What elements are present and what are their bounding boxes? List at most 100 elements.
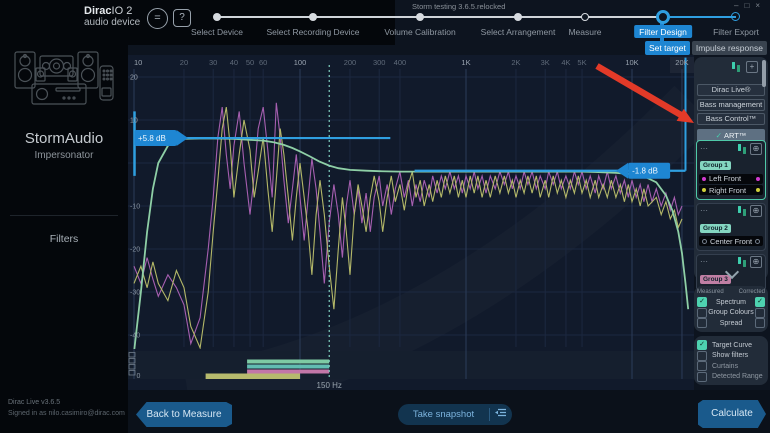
- view-option-checkbox[interactable]: [697, 351, 707, 361]
- step-label-5[interactable]: Filter Design: [634, 25, 692, 38]
- view-option-checkbox[interactable]: [697, 372, 707, 382]
- more-icon[interactable]: ⋯: [700, 146, 734, 152]
- x-tick-label: 20K: [675, 58, 688, 67]
- add-icon[interactable]: +: [746, 61, 758, 73]
- step-label-4[interactable]: Measure: [568, 27, 601, 37]
- maximize-icon[interactable]: □: [744, 1, 755, 10]
- step-node-1[interactable]: [309, 13, 317, 21]
- step-label-6[interactable]: Filter Export: [713, 27, 759, 37]
- view-option-checkbox[interactable]: [697, 361, 707, 371]
- channel-dot: [702, 188, 706, 192]
- band-bar[interactable]: [247, 365, 329, 369]
- matrix-row: Group Colours: [697, 308, 765, 317]
- minimize-icon[interactable]: –: [734, 1, 744, 10]
- snapshot-history-icon[interactable]: [490, 407, 512, 422]
- view-option-label: Target Curve: [712, 342, 765, 349]
- channel-row[interactable]: Center Front: [699, 236, 763, 246]
- signed-in-user: Signed in as nilo.casimiro@dirac.com: [8, 410, 125, 417]
- group-tag: Group 2: [700, 224, 731, 233]
- view-option-checkbox[interactable]: ✓: [697, 340, 707, 350]
- settings-icon[interactable]: ⊕: [750, 205, 762, 217]
- stepper-line: [217, 16, 663, 18]
- window-title: Storm testing 3.6.5.relocked: [412, 2, 505, 11]
- corrected-checkbox[interactable]: [755, 318, 765, 328]
- y-tick-label: 20: [130, 75, 138, 82]
- corrected-checkbox[interactable]: [755, 308, 765, 318]
- settings-icon[interactable]: ⊕: [750, 256, 762, 268]
- corrected-checkbox[interactable]: ✓: [755, 297, 765, 307]
- channel-label: Left Front: [709, 174, 756, 183]
- settings-icon[interactable]: ⊕: [750, 143, 762, 155]
- step-node-0[interactable]: [213, 13, 221, 21]
- matrix-row-label: Group Colours: [707, 309, 755, 316]
- group-tag: Group 3: [700, 275, 731, 284]
- speaker-system-illustration: [12, 46, 116, 118]
- check-icon: ✓: [716, 131, 722, 140]
- equalizer-icon[interactable]: [731, 62, 741, 72]
- channel-row[interactable]: Right Front: [699, 185, 763, 195]
- x-tick-label: 30: [209, 58, 217, 67]
- group-card-2[interactable]: ⋯ ⊕ Group 2 Center Front: [696, 203, 766, 251]
- svg-text:0: 0: [137, 373, 141, 380]
- group-card-1[interactable]: ⋯⊕Group 1Left FrontRight Front: [696, 140, 766, 200]
- x-tick-label: 200: [344, 58, 357, 67]
- target-level-label: +5.8 dB: [138, 134, 166, 143]
- equalizer-icon[interactable]: [737, 206, 747, 216]
- x-tick-label: 400: [394, 58, 407, 67]
- equalizer-icon[interactable]: [737, 144, 747, 154]
- device-model: Impersonator: [0, 150, 128, 161]
- measured-checkbox[interactable]: ✓: [697, 297, 707, 307]
- view-option-row: Detected Range: [697, 372, 765, 381]
- channel-label: Right Front: [709, 186, 756, 195]
- header-logo-zone: [0, 0, 395, 45]
- matrix-row-label: Spread: [707, 320, 755, 327]
- step-label-1[interactable]: Select Recording Device: [266, 27, 359, 37]
- measured-checkbox[interactable]: [697, 318, 707, 328]
- tab-set-target[interactable]: Set target: [645, 41, 690, 55]
- channel-row[interactable]: Left Front: [699, 174, 763, 184]
- mode-button-1[interactable]: Bass management: [697, 99, 765, 111]
- step-node-6[interactable]: [731, 12, 740, 21]
- measured-checkbox[interactable]: [697, 308, 707, 318]
- band-bar[interactable]: [247, 370, 329, 374]
- frequency-response-chart[interactable]: 0150 Hz+5.8 dB-1.8 dB1020304050601002003…: [128, 55, 694, 390]
- step-node-5[interactable]: [656, 10, 670, 24]
- y-tick-label: -40: [130, 333, 140, 340]
- mode-button-2[interactable]: Bass Control™: [697, 113, 765, 125]
- view-option-label: Detected Range: [712, 373, 765, 380]
- sidebar-item-filters[interactable]: Filters: [0, 233, 128, 245]
- x-tick-label: 50: [246, 58, 254, 67]
- channel-dot: [756, 177, 760, 181]
- mode-button-0[interactable]: Dirac Live®: [697, 84, 765, 96]
- more-icon[interactable]: ⋯: [700, 208, 734, 214]
- menu-icon[interactable]: =: [147, 8, 168, 29]
- close-icon[interactable]: ×: [755, 1, 766, 10]
- tab-impulse-response[interactable]: Impulse response: [692, 41, 767, 55]
- mode-label: Bass management: [700, 100, 763, 109]
- calculate-button[interactable]: Calculate: [698, 400, 766, 428]
- help-icon[interactable]: ?: [173, 9, 191, 27]
- more-icon[interactable]: ⋯: [700, 259, 734, 265]
- back-to-measure-button[interactable]: Back to Measure: [136, 402, 232, 427]
- window-controls[interactable]: –□×: [734, 1, 766, 10]
- equalizer-icon[interactable]: [737, 257, 747, 267]
- x-tick-label: 60: [259, 58, 267, 67]
- view-option-row: Curtains: [697, 362, 765, 371]
- step-label-0[interactable]: Select Device: [191, 27, 243, 37]
- take-snapshot-button[interactable]: Take snapshot: [398, 404, 512, 425]
- x-tick-label: 300: [373, 58, 386, 67]
- matrix-row-label: Spectrum: [707, 299, 755, 306]
- x-tick-label: 3K: [541, 58, 550, 67]
- view-option-row: Show filters: [697, 351, 765, 360]
- step-label-2[interactable]: Volume Calibration: [384, 27, 455, 37]
- step-node-4[interactable]: [581, 13, 589, 21]
- step-node-3[interactable]: [514, 13, 522, 21]
- step-label-3[interactable]: Select Arrangement: [481, 27, 556, 37]
- cursor-frequency-label: 150 Hz: [317, 381, 342, 390]
- step-node-2[interactable]: [416, 13, 424, 21]
- band-bar[interactable]: [206, 374, 300, 380]
- device-name: StormAudio: [0, 130, 128, 147]
- panel-scrollbar[interactable]: [762, 60, 766, 87]
- band-bar[interactable]: [247, 360, 329, 364]
- x-tick-label: 40: [230, 58, 238, 67]
